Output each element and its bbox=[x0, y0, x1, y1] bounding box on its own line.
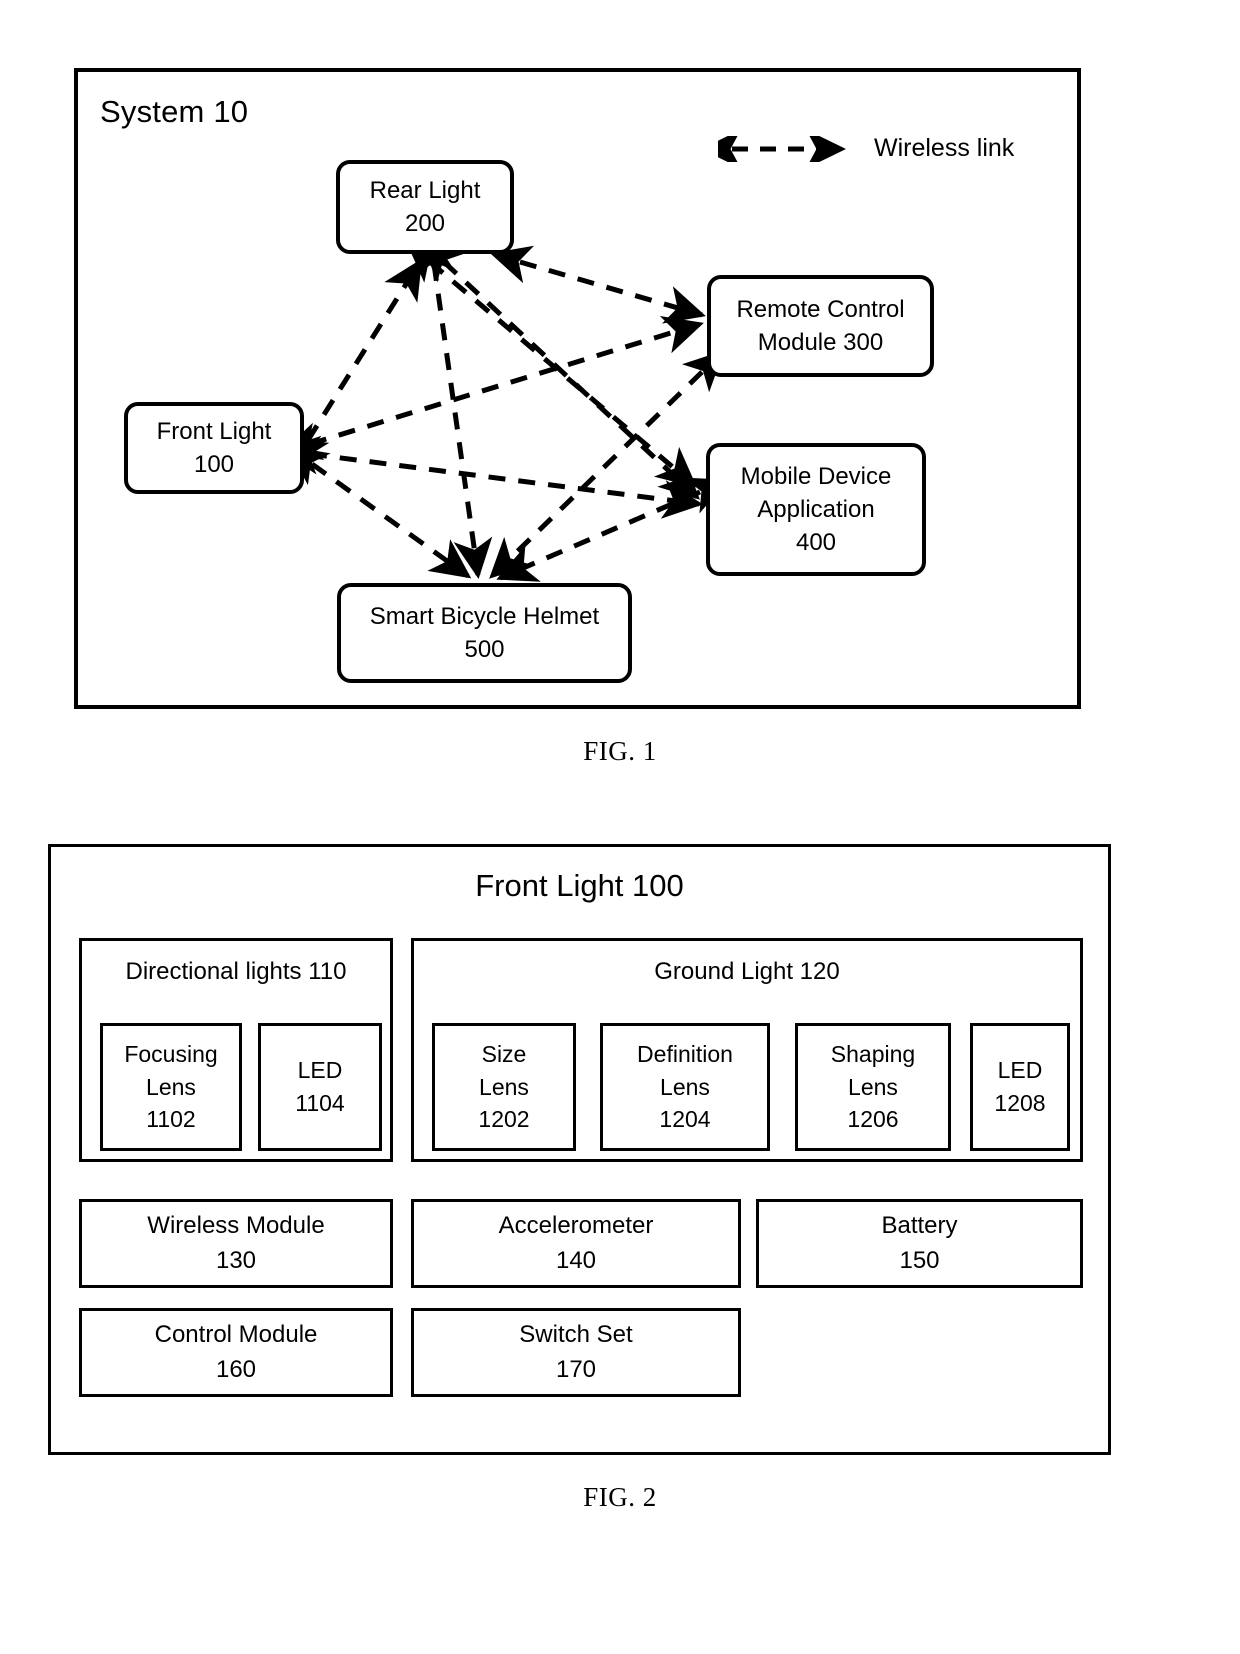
group-directional-lights-title: Directional lights 110 bbox=[125, 958, 347, 985]
node-front-light-text: Front Light 100 bbox=[156, 417, 272, 478]
box-accelerometer-text: Accelerometer 140 bbox=[498, 1212, 654, 1274]
box-battery[interactable]: Battery 150 bbox=[756, 1199, 1083, 1288]
box-led-1104-text: LED 1104 bbox=[295, 1057, 345, 1116]
box-definition-lens-text: Definition Lens 1204 bbox=[637, 1041, 733, 1133]
wireless-link-label: Wireless link bbox=[874, 134, 1015, 162]
node-remote-control-module[interactable]: Remote Control Module 300 bbox=[707, 275, 934, 377]
group-directional-lights: Directional lights 110 Focusing Lens 110… bbox=[79, 938, 393, 1162]
node-remote-control-module-text: Remote Control Module 300 bbox=[736, 295, 905, 356]
node-rear-light[interactable]: Rear Light 200 bbox=[336, 160, 514, 254]
figure-1-caption: FIG. 1 bbox=[583, 736, 657, 766]
box-focusing-lens[interactable]: Focusing Lens 1102 bbox=[100, 1023, 242, 1151]
figure-1-frame: System 10 Wireless link Rear Light 200 R… bbox=[74, 68, 1081, 709]
box-battery-text: Battery 150 bbox=[881, 1212, 958, 1274]
box-led-1208[interactable]: LED 1208 bbox=[970, 1023, 1070, 1151]
box-focusing-lens-text: Focusing Lens 1102 bbox=[124, 1041, 218, 1133]
box-led-1208-text: LED 1208 bbox=[994, 1057, 1046, 1116]
node-smart-bicycle-helmet[interactable]: Smart Bicycle Helmet 500 bbox=[337, 583, 632, 683]
figure-2-frame: Front Light 100 Directional lights 110 F… bbox=[48, 844, 1111, 1455]
node-mobile-device-application-text: Mobile Device Application 400 bbox=[740, 462, 892, 557]
box-control-module-text: Control Module 160 bbox=[154, 1321, 318, 1383]
double-headed-dashed-arrow-icon bbox=[718, 135, 847, 162]
box-control-module[interactable]: Control Module 160 bbox=[79, 1308, 393, 1397]
box-shaping-lens[interactable]: Shaping Lens 1206 bbox=[795, 1023, 951, 1151]
node-front-light[interactable]: Front Light 100 bbox=[124, 402, 304, 494]
box-switch-set[interactable]: Switch Set 170 bbox=[411, 1308, 741, 1397]
box-definition-lens[interactable]: Definition Lens 1204 bbox=[600, 1023, 770, 1151]
box-accelerometer[interactable]: Accelerometer 140 bbox=[411, 1199, 741, 1288]
box-shaping-lens-text: Shaping Lens 1206 bbox=[830, 1041, 916, 1133]
node-mobile-device-application[interactable]: Mobile Device Application 400 bbox=[706, 443, 926, 576]
figure-2-caption: FIG. 2 bbox=[583, 1482, 657, 1512]
group-ground-light: Ground Light 120 Size Lens 1202 Definiti… bbox=[411, 938, 1083, 1162]
box-size-lens[interactable]: Size Lens 1202 bbox=[432, 1023, 576, 1151]
group-ground-light-title: Ground Light 120 bbox=[654, 958, 840, 985]
box-led-1104[interactable]: LED 1104 bbox=[258, 1023, 382, 1151]
box-wireless-module[interactable]: Wireless Module 130 bbox=[79, 1199, 393, 1288]
figure-2-title: Front Light 100 bbox=[475, 868, 684, 903]
box-size-lens-text: Size Lens 1202 bbox=[478, 1041, 530, 1133]
box-wireless-module-text: Wireless Module 130 bbox=[147, 1212, 325, 1274]
node-rear-light-text: Rear Light 200 bbox=[369, 176, 481, 237]
box-switch-set-text: Switch Set 170 bbox=[519, 1321, 633, 1383]
wireless-link-legend: Wireless link bbox=[718, 134, 1014, 163]
node-smart-bicycle-helmet-text: Smart Bicycle Helmet 500 bbox=[369, 602, 600, 663]
